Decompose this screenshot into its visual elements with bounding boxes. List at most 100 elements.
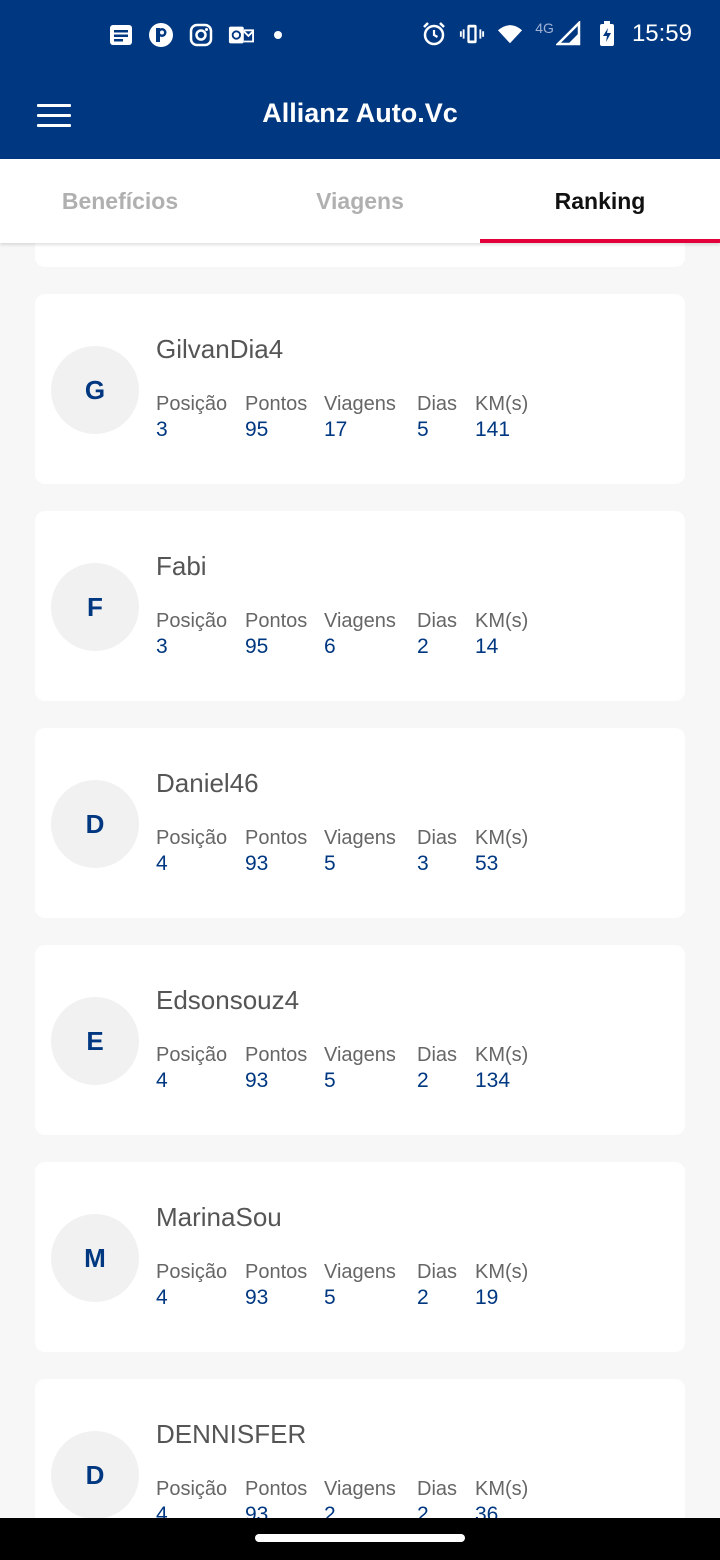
- stat-value: 17: [324, 418, 348, 441]
- stat-value: 2: [417, 1069, 429, 1092]
- ranking-card[interactable]: D Daniel46 Posição 4 Pontos 93 Viagens 5 Di…: [35, 728, 685, 918]
- stat-value: 3: [417, 852, 429, 875]
- tab-ranking[interactable]: Ranking: [480, 159, 720, 243]
- tab-viagens[interactable]: Viagens: [240, 159, 480, 243]
- stat-value: 2: [417, 635, 429, 658]
- stat-value: 2: [417, 1286, 429, 1309]
- stat-trips: Viagens 5: [324, 1260, 417, 1312]
- stat-points: Pontos 93: [245, 826, 324, 878]
- stats-row: Posição 4 Pontos 93 Viagens 5 Dias 2 KM(s) 13…: [156, 1043, 545, 1095]
- stats-row: Posição 3 Pontos 95 Viagens 6 Dias 2 KM(s) 14: [156, 609, 545, 661]
- instagram-icon: [188, 22, 214, 48]
- notification-icons: [108, 22, 282, 48]
- stat-label: Posição: [156, 610, 228, 632]
- avatar: E: [51, 997, 139, 1085]
- dot-icon: [274, 31, 282, 39]
- stats-row: Posição 4 Pontos 93 Viagens 2 Dias 2 KM(s) 36: [156, 1477, 545, 1518]
- stat-value: 4: [156, 1503, 168, 1518]
- stat-value: 19: [475, 1286, 499, 1309]
- stat-label: Viagens: [324, 393, 396, 415]
- stat-label: Pontos: [245, 610, 308, 632]
- stat-value: 93: [245, 1069, 269, 1092]
- stat-label: Pontos: [245, 1261, 308, 1283]
- stat-days: Dias 2: [417, 609, 475, 661]
- stat-label: Posição: [156, 1044, 228, 1066]
- tab-beneficios[interactable]: Benefícios: [0, 159, 240, 243]
- stat-position: Posição 4: [156, 1043, 245, 1095]
- ranking-card[interactable]: G GilvanDia4 Posição 3 Pontos 95 Viagens 17…: [35, 294, 685, 484]
- stats-row: Posição 4 Pontos 93 Viagens 5 Dias 3 KM(s) 53: [156, 826, 545, 878]
- stat-label: Dias: [417, 610, 458, 632]
- stat-points: Pontos 93: [245, 1477, 324, 1518]
- stat-value: 93: [245, 1286, 269, 1309]
- wifi-icon: [497, 21, 523, 47]
- stat-trips: Viagens 6: [324, 609, 417, 661]
- stat-position: Posição 3: [156, 392, 245, 444]
- stat-label: Dias: [417, 393, 458, 415]
- stats-row: Posição 3 Pontos 95 Viagens 17 Dias 5 KM(s) 1…: [156, 392, 545, 444]
- stat-label: Dias: [417, 827, 458, 849]
- user-name: DENNISFER: [156, 1419, 307, 1449]
- user-name: Edsonsouz4: [156, 985, 300, 1015]
- avatar: F: [51, 563, 139, 651]
- stat-trips: Viagens 17: [324, 392, 417, 444]
- stat-trips: Viagens 2: [324, 1477, 417, 1518]
- p-app-icon: [148, 22, 174, 48]
- stat-value: 4: [156, 1286, 168, 1309]
- ranking-card[interactable]: M MarinaSou Posição 4 Pontos 93 Viagens 5 D…: [35, 1162, 685, 1352]
- stat-value: 95: [245, 635, 269, 658]
- stat-label: KM(s): [475, 1261, 529, 1283]
- stat-label: KM(s): [475, 1478, 529, 1500]
- stat-label: Viagens: [324, 1044, 396, 1066]
- system-nav-bar: [0, 1518, 720, 1560]
- stat-label: Posição: [156, 393, 228, 415]
- stat-position: Posição 3: [156, 609, 245, 661]
- stat-value: 3: [156, 418, 168, 441]
- stat-value: 53: [475, 852, 499, 875]
- stat-trips: Viagens 5: [324, 1043, 417, 1095]
- stat-value: 3: [156, 635, 168, 658]
- ranking-card[interactable]: D DENNISFER Posição 4 Pontos 93 Viagens 2 D…: [35, 1379, 685, 1518]
- stats-row: Posição 4 Pontos 93 Viagens 5 Dias 2 KM(s) 19: [156, 1260, 545, 1312]
- stat-points: Pontos 95: [245, 609, 324, 661]
- stat-position: Posição 4: [156, 1477, 245, 1518]
- stat-label: Viagens: [324, 1478, 396, 1500]
- stat-value: 14: [475, 635, 499, 658]
- ranking-list[interactable]: G GilvanDia4 Posição 3 Pontos 95 Viagens 17…: [0, 243, 720, 1518]
- stat-label: KM(s): [475, 393, 529, 415]
- stat-value: 2: [324, 1503, 336, 1518]
- ranking-card[interactable]: F Fabi Posição 3 Pontos 95 Viagens 6 Dias 2 …: [35, 511, 685, 701]
- stat-value: 93: [245, 1503, 269, 1518]
- app-bar: Allianz Auto.Vc: [0, 72, 720, 159]
- avatar: M: [51, 1214, 139, 1302]
- stat-label: KM(s): [475, 610, 529, 632]
- user-name: MarinaSou: [156, 1202, 282, 1232]
- ranking-card[interactable]: E Edsonsouz4 Posição 4 Pontos 93 Viagens 5 …: [35, 945, 685, 1135]
- home-gesture-handle[interactable]: [255, 1534, 465, 1542]
- stat-value: 5: [324, 1286, 336, 1309]
- stat-label: Dias: [417, 1044, 458, 1066]
- stat-label: Pontos: [245, 827, 308, 849]
- stat-label: Posição: [156, 1478, 228, 1500]
- stat-label: Viagens: [324, 827, 396, 849]
- stat-label: Dias: [417, 1478, 458, 1500]
- tab-bar: Benefícios Viagens Ranking: [0, 159, 720, 243]
- stat-label: Posição: [156, 1261, 228, 1283]
- stat-value: 95: [245, 418, 269, 441]
- stat-value: 93: [245, 852, 269, 875]
- user-name: GilvanDia4: [156, 334, 284, 364]
- stat-days: Dias 2: [417, 1043, 475, 1095]
- stat-label: Viagens: [324, 610, 396, 632]
- stat-points: Pontos 95: [245, 392, 324, 444]
- stat-days: Dias 2: [417, 1477, 475, 1518]
- stat-position: Posição 4: [156, 1260, 245, 1312]
- stat-label: KM(s): [475, 1044, 529, 1066]
- outlook-icon: [228, 22, 254, 48]
- stat-value: 5: [324, 1069, 336, 1092]
- stat-label: Posição: [156, 827, 228, 849]
- stat-value: 6: [324, 635, 336, 658]
- stat-value: 5: [417, 418, 429, 441]
- stat-points: Pontos 93: [245, 1043, 324, 1095]
- stat-label: Pontos: [245, 1044, 308, 1066]
- user-name: Daniel46: [156, 768, 259, 798]
